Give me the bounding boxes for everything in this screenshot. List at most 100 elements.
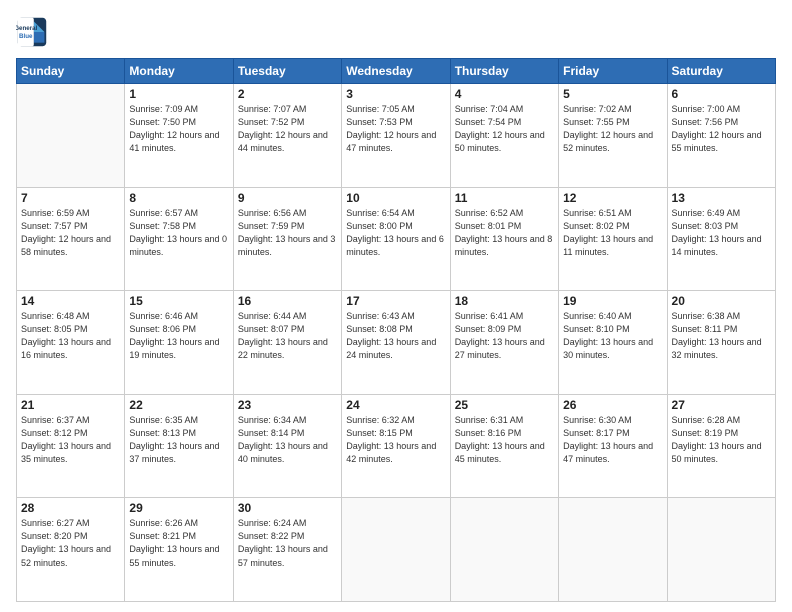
day-number: 23 [238, 398, 337, 412]
day-info: Sunrise: 6:56 AM Sunset: 7:59 PM Dayligh… [238, 207, 337, 259]
day-number: 22 [129, 398, 228, 412]
day-number: 13 [672, 191, 771, 205]
day-info: Sunrise: 6:26 AM Sunset: 8:21 PM Dayligh… [129, 517, 228, 569]
day-info: Sunrise: 6:37 AM Sunset: 8:12 PM Dayligh… [21, 414, 120, 466]
calendar-cell: 29Sunrise: 6:26 AM Sunset: 8:21 PM Dayli… [125, 498, 233, 602]
calendar-cell: 27 Sunrise: 6:28 AM Sunset: 8:19 PM Dayli… [667, 394, 775, 498]
day-number: 15 [129, 294, 228, 308]
calendar-day-header: Friday [559, 59, 667, 84]
day-info: Sunrise: 6:54 AM Sunset: 8:00 PM Dayligh… [346, 207, 445, 259]
day-number: 25 [455, 398, 554, 412]
day-number: 24 [346, 398, 445, 412]
day-info: Sunrise: 7:07 AM Sunset: 7:52 PM Dayligh… [238, 103, 337, 155]
logo-icon: General Blue [16, 16, 48, 48]
day-number: 3 [346, 87, 445, 101]
calendar-cell: 23 Sunrise: 6:34 AM Sunset: 8:14 PM Dayli… [233, 394, 341, 498]
day-number: 6 [672, 87, 771, 101]
calendar-day-header: Wednesday [342, 59, 450, 84]
day-number: 10 [346, 191, 445, 205]
calendar-week-row: 21 Sunrise: 6:37 AM Sunset: 8:12 PM Dayli… [17, 394, 776, 498]
day-info: Sunrise: 6:32 AM Sunset: 8:15 PM Dayligh… [346, 414, 445, 466]
day-number: 18 [455, 294, 554, 308]
day-number: 30 [238, 501, 337, 515]
day-number: 4 [455, 87, 554, 101]
day-info: Sunrise: 6:43 AM Sunset: 8:08 PM Dayligh… [346, 310, 445, 362]
day-info: Sunrise: 6:34 AM Sunset: 8:14 PM Dayligh… [238, 414, 337, 466]
day-number: 27 [672, 398, 771, 412]
day-info: Sunrise: 7:05 AM Sunset: 7:53 PM Dayligh… [346, 103, 445, 155]
page: General Blue SundayMondayTuesdayWednesda… [0, 0, 792, 612]
calendar-cell: 6Sunrise: 7:00 AM Sunset: 7:56 PM Daylig… [667, 84, 775, 188]
calendar-cell: 30 Sunrise: 6:24 AM Sunset: 8:22 PM Dayli… [233, 498, 341, 602]
calendar-week-row: 28 Sunrise: 6:27 AM Sunset: 8:20 PM Dayli… [17, 498, 776, 602]
day-info: Sunrise: 6:57 AM Sunset: 7:58 PM Dayligh… [129, 207, 228, 259]
calendar-cell: 16 Sunrise: 6:44 AM Sunset: 8:07 PM Dayli… [233, 291, 341, 395]
calendar-cell: 18 Sunrise: 6:41 AM Sunset: 8:09 PM Dayli… [450, 291, 558, 395]
calendar-day-header: Monday [125, 59, 233, 84]
day-info: Sunrise: 6:46 AM Sunset: 8:06 PM Dayligh… [129, 310, 228, 362]
calendar-cell: 26 Sunrise: 6:30 AM Sunset: 8:17 PM Dayli… [559, 394, 667, 498]
calendar-cell [667, 498, 775, 602]
day-info: Sunrise: 6:27 AM Sunset: 8:20 PM Dayligh… [21, 517, 120, 569]
calendar-cell: 28 Sunrise: 6:27 AM Sunset: 8:20 PM Dayli… [17, 498, 125, 602]
day-number: 17 [346, 294, 445, 308]
day-number: 26 [563, 398, 662, 412]
day-number: 2 [238, 87, 337, 101]
calendar-table: SundayMondayTuesdayWednesdayThursdayFrid… [16, 58, 776, 602]
calendar-cell: 4 Sunrise: 7:04 AM Sunset: 7:54 PM Daylig… [450, 84, 558, 188]
svg-text:Blue: Blue [19, 33, 33, 40]
day-number: 11 [455, 191, 554, 205]
day-info: Sunrise: 6:49 AM Sunset: 8:03 PM Dayligh… [672, 207, 771, 259]
calendar-day-header: Tuesday [233, 59, 341, 84]
calendar-cell [17, 84, 125, 188]
calendar-day-header: Thursday [450, 59, 558, 84]
calendar-cell: 25 Sunrise: 6:31 AM Sunset: 8:16 PM Dayli… [450, 394, 558, 498]
day-number: 5 [563, 87, 662, 101]
day-number: 28 [21, 501, 120, 515]
day-info: Sunrise: 6:41 AM Sunset: 8:09 PM Dayligh… [455, 310, 554, 362]
calendar-cell: 12 Sunrise: 6:51 AM Sunset: 8:02 PM Dayli… [559, 187, 667, 291]
calendar-cell: 11 Sunrise: 6:52 AM Sunset: 8:01 PM Dayli… [450, 187, 558, 291]
day-info: Sunrise: 6:24 AM Sunset: 8:22 PM Dayligh… [238, 517, 337, 569]
day-number: 14 [21, 294, 120, 308]
day-number: 19 [563, 294, 662, 308]
day-number: 21 [21, 398, 120, 412]
day-number: 20 [672, 294, 771, 308]
calendar-cell: 20Sunrise: 6:38 AM Sunset: 8:11 PM Dayli… [667, 291, 775, 395]
day-info: Sunrise: 6:51 AM Sunset: 8:02 PM Dayligh… [563, 207, 662, 259]
calendar-week-row: 7 Sunrise: 6:59 AM Sunset: 7:57 PM Daylig… [17, 187, 776, 291]
calendar-cell: 7 Sunrise: 6:59 AM Sunset: 7:57 PM Daylig… [17, 187, 125, 291]
day-info: Sunrise: 6:35 AM Sunset: 8:13 PM Dayligh… [129, 414, 228, 466]
calendar-cell [450, 498, 558, 602]
day-info: Sunrise: 6:59 AM Sunset: 7:57 PM Dayligh… [21, 207, 120, 259]
svg-text:General: General [16, 25, 38, 32]
calendar-cell: 17 Sunrise: 6:43 AM Sunset: 8:08 PM Dayli… [342, 291, 450, 395]
calendar-cell: 13 Sunrise: 6:49 AM Sunset: 8:03 PM Dayli… [667, 187, 775, 291]
calendar-day-header: Sunday [17, 59, 125, 84]
day-info: Sunrise: 6:52 AM Sunset: 8:01 PM Dayligh… [455, 207, 554, 259]
day-number: 7 [21, 191, 120, 205]
logo: General Blue [16, 16, 48, 48]
day-number: 8 [129, 191, 228, 205]
day-info: Sunrise: 6:44 AM Sunset: 8:07 PM Dayligh… [238, 310, 337, 362]
day-number: 9 [238, 191, 337, 205]
day-info: Sunrise: 6:40 AM Sunset: 8:10 PM Dayligh… [563, 310, 662, 362]
day-number: 12 [563, 191, 662, 205]
day-info: Sunrise: 7:04 AM Sunset: 7:54 PM Dayligh… [455, 103, 554, 155]
day-info: Sunrise: 6:30 AM Sunset: 8:17 PM Dayligh… [563, 414, 662, 466]
calendar-cell [342, 498, 450, 602]
calendar-header-row: SundayMondayTuesdayWednesdayThursdayFrid… [17, 59, 776, 84]
calendar-cell: 15 Sunrise: 6:46 AM Sunset: 8:06 PM Dayli… [125, 291, 233, 395]
day-number: 1 [129, 87, 228, 101]
calendar-cell: 3 Sunrise: 7:05 AM Sunset: 7:53 PM Daylig… [342, 84, 450, 188]
day-info: Sunrise: 7:09 AM Sunset: 7:50 PM Dayligh… [129, 103, 228, 155]
calendar-cell: 22 Sunrise: 6:35 AM Sunset: 8:13 PM Dayli… [125, 394, 233, 498]
day-info: Sunrise: 6:28 AM Sunset: 8:19 PM Dayligh… [672, 414, 771, 466]
calendar-cell: 21 Sunrise: 6:37 AM Sunset: 8:12 PM Dayli… [17, 394, 125, 498]
day-info: Sunrise: 6:31 AM Sunset: 8:16 PM Dayligh… [455, 414, 554, 466]
calendar-cell: 24 Sunrise: 6:32 AM Sunset: 8:15 PM Dayli… [342, 394, 450, 498]
calendar-cell: 19 Sunrise: 6:40 AM Sunset: 8:10 PM Dayli… [559, 291, 667, 395]
calendar-cell: 5Sunrise: 7:02 AM Sunset: 7:55 PM Daylig… [559, 84, 667, 188]
calendar-cell: 2 Sunrise: 7:07 AM Sunset: 7:52 PM Daylig… [233, 84, 341, 188]
day-number: 16 [238, 294, 337, 308]
